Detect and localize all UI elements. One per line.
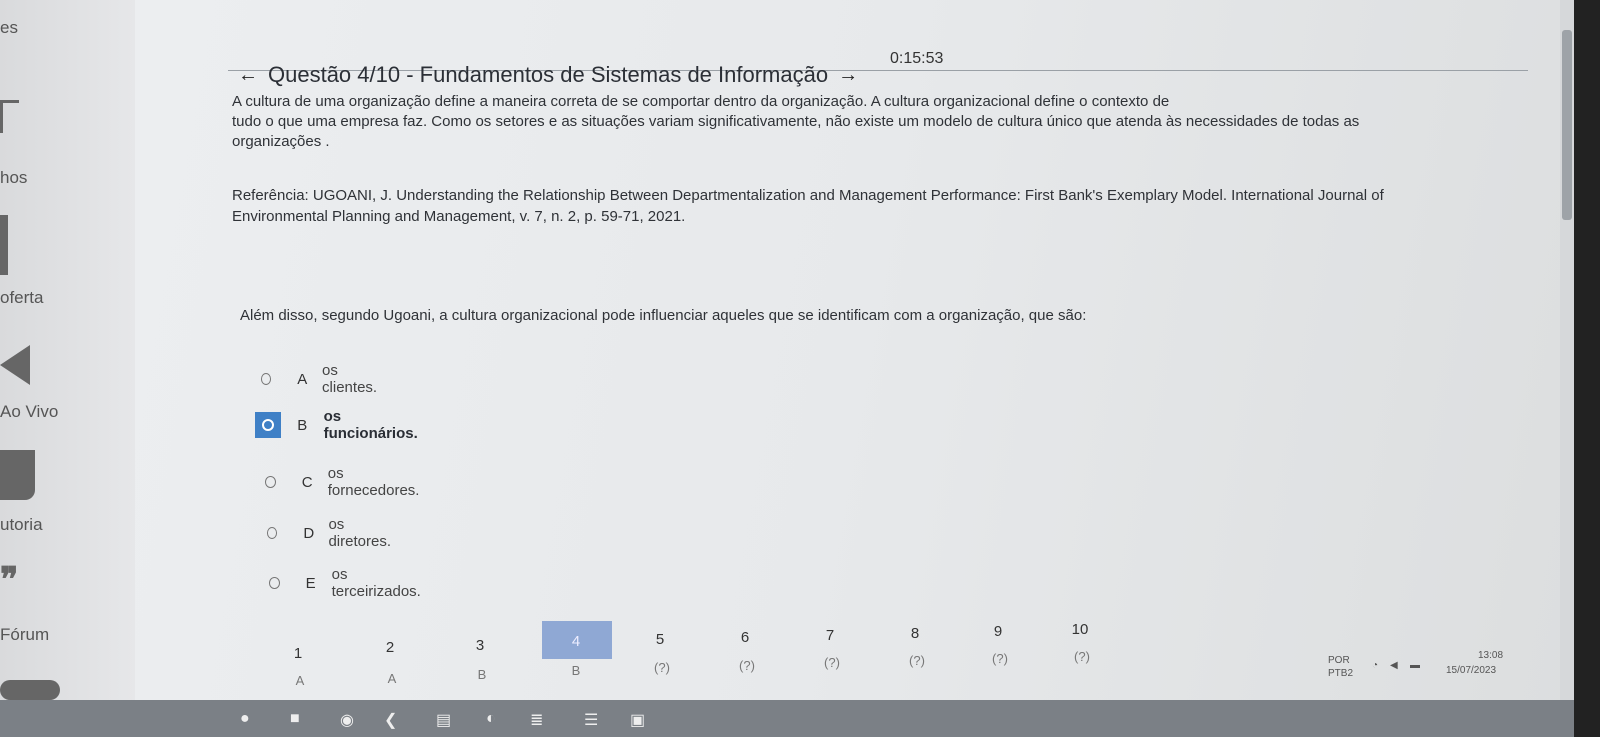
- volume-icon[interactable]: ◀: [1390, 660, 1398, 671]
- option-letter: C: [301, 473, 313, 491]
- reference-line2: Environmental Planning and Management, v…: [232, 208, 686, 225]
- nav-question-8[interactable]: 8: [895, 625, 935, 642]
- nav-answer-1: A: [295, 673, 305, 688]
- wifi-icon[interactable]: ◔: [1372, 660, 1378, 671]
- sidebar-item-es[interactable]: es: [0, 18, 18, 38]
- prev-question-arrow-icon[interactable]: ←: [238, 64, 258, 87]
- notepad-icon[interactable]: ☰: [584, 710, 598, 730]
- nav-answer-8: (?): [909, 653, 925, 668]
- scrollbar-thumb[interactable]: [1562, 30, 1572, 220]
- question-title: Questão 4/10 - Fundamentos de Sistemas d…: [268, 62, 829, 87]
- nav-answer-9: (?): [992, 651, 1008, 666]
- option-text: os fornecedores.: [327, 465, 420, 499]
- keyboard-layout[interactable]: PTB2: [1328, 668, 1353, 679]
- question-text-line3: organizações .: [232, 133, 330, 150]
- nav-question-2[interactable]: 2: [370, 639, 410, 656]
- radio-icon[interactable]: [269, 577, 280, 589]
- next-question-arrow-icon[interactable]: →: [838, 64, 858, 87]
- python-icon[interactable]: ◐: [486, 710, 496, 728]
- question-text-line1: A cultura de uma organização define a ma…: [232, 93, 1170, 110]
- nav-answer-4: B: [571, 663, 581, 678]
- nav-question-9[interactable]: 9: [978, 623, 1018, 640]
- sidebar-item-tutoria[interactable]: utoria: [0, 515, 43, 535]
- video-icon: [0, 345, 30, 385]
- word-icon[interactable]: ▤: [436, 710, 451, 730]
- sidebar-item-ao-vivo[interactable]: Ao Vivo: [0, 402, 58, 422]
- vscode-icon[interactable]: ❮: [384, 710, 397, 730]
- option-text: os clientes.: [322, 362, 378, 396]
- nav-question-3[interactable]: 3: [460, 637, 500, 654]
- quote-icon: ❞: [0, 561, 19, 599]
- nav-question-5[interactable]: 5: [640, 631, 680, 648]
- radio-icon[interactable]: [261, 373, 272, 385]
- clock-date[interactable]: 15/07/2023: [1446, 665, 1496, 676]
- option-text: os terceirizados.: [331, 566, 421, 600]
- sidebar-icon-1: [0, 100, 19, 133]
- keyboard-language[interactable]: POR: [1328, 655, 1350, 666]
- radio-selected-icon[interactable]: [255, 412, 282, 438]
- media-icon[interactable]: ◉: [340, 710, 354, 730]
- chat-icon: [0, 680, 60, 700]
- nav-question-1[interactable]: 1: [278, 645, 318, 662]
- graduation-icon: [0, 450, 35, 500]
- sidebar-item-hos[interactable]: hos: [0, 168, 27, 188]
- option-d[interactable]: D os diretores.: [267, 516, 398, 550]
- question-header: ← Questão 4/10 - Fundamentos de Sistemas…: [238, 62, 858, 88]
- calculator-icon[interactable]: ≣: [530, 710, 543, 730]
- option-c[interactable]: C os fornecedores.: [265, 465, 425, 499]
- nav-question-10[interactable]: 10: [1060, 621, 1100, 638]
- option-b[interactable]: B os funcionários.: [255, 408, 425, 442]
- option-letter: D: [303, 524, 315, 542]
- timer: 0:15:53: [890, 50, 944, 67]
- nav-answer-10: (?): [1074, 649, 1090, 664]
- nav-answer-7: (?): [824, 655, 840, 670]
- chrome-icon[interactable]: ●: [240, 710, 250, 728]
- option-letter: E: [305, 574, 316, 592]
- sidebar: es hos oferta Ao Vivo utoria ❞ Fórum: [0, 0, 135, 700]
- nav-answer-6: (?): [739, 658, 755, 673]
- nav-question-7[interactable]: 7: [810, 627, 850, 644]
- monitor-bezel: [1574, 0, 1600, 737]
- sidebar-item-forum[interactable]: Fórum: [0, 625, 49, 645]
- reference-line1: Referência: UGOANI, J. Understanding the…: [232, 187, 1384, 204]
- option-letter: A: [297, 370, 308, 388]
- option-e[interactable]: E os terceirizados.: [269, 566, 426, 600]
- radio-icon[interactable]: [267, 527, 278, 539]
- question-text-line2: tudo o que uma empresa faz. Como os seto…: [232, 113, 1360, 130]
- radio-icon[interactable]: [265, 476, 276, 488]
- folder-icon[interactable]: ■: [290, 710, 300, 728]
- question-prompt: Além disso, segundo Ugoani, a cultura or…: [240, 307, 1087, 324]
- option-a[interactable]: A os clientes.: [261, 362, 384, 396]
- nav-question-4[interactable]: 4: [556, 633, 596, 650]
- battery-icon[interactable]: ▬: [1410, 660, 1420, 671]
- nav-answer-2: A: [387, 671, 397, 686]
- book-icon: [0, 215, 8, 275]
- pc-icon[interactable]: ▣: [630, 710, 645, 730]
- sidebar-item-oferta[interactable]: oferta: [0, 288, 43, 308]
- nav-answer-3: B: [477, 667, 487, 682]
- nav-question-6[interactable]: 6: [725, 629, 765, 646]
- option-text: os diretores.: [328, 516, 391, 550]
- nav-answer-5: (?): [654, 660, 670, 675]
- option-text: os funcionários.: [323, 408, 418, 442]
- option-letter: B: [297, 416, 308, 434]
- clock-time[interactable]: 13:08: [1478, 650, 1503, 661]
